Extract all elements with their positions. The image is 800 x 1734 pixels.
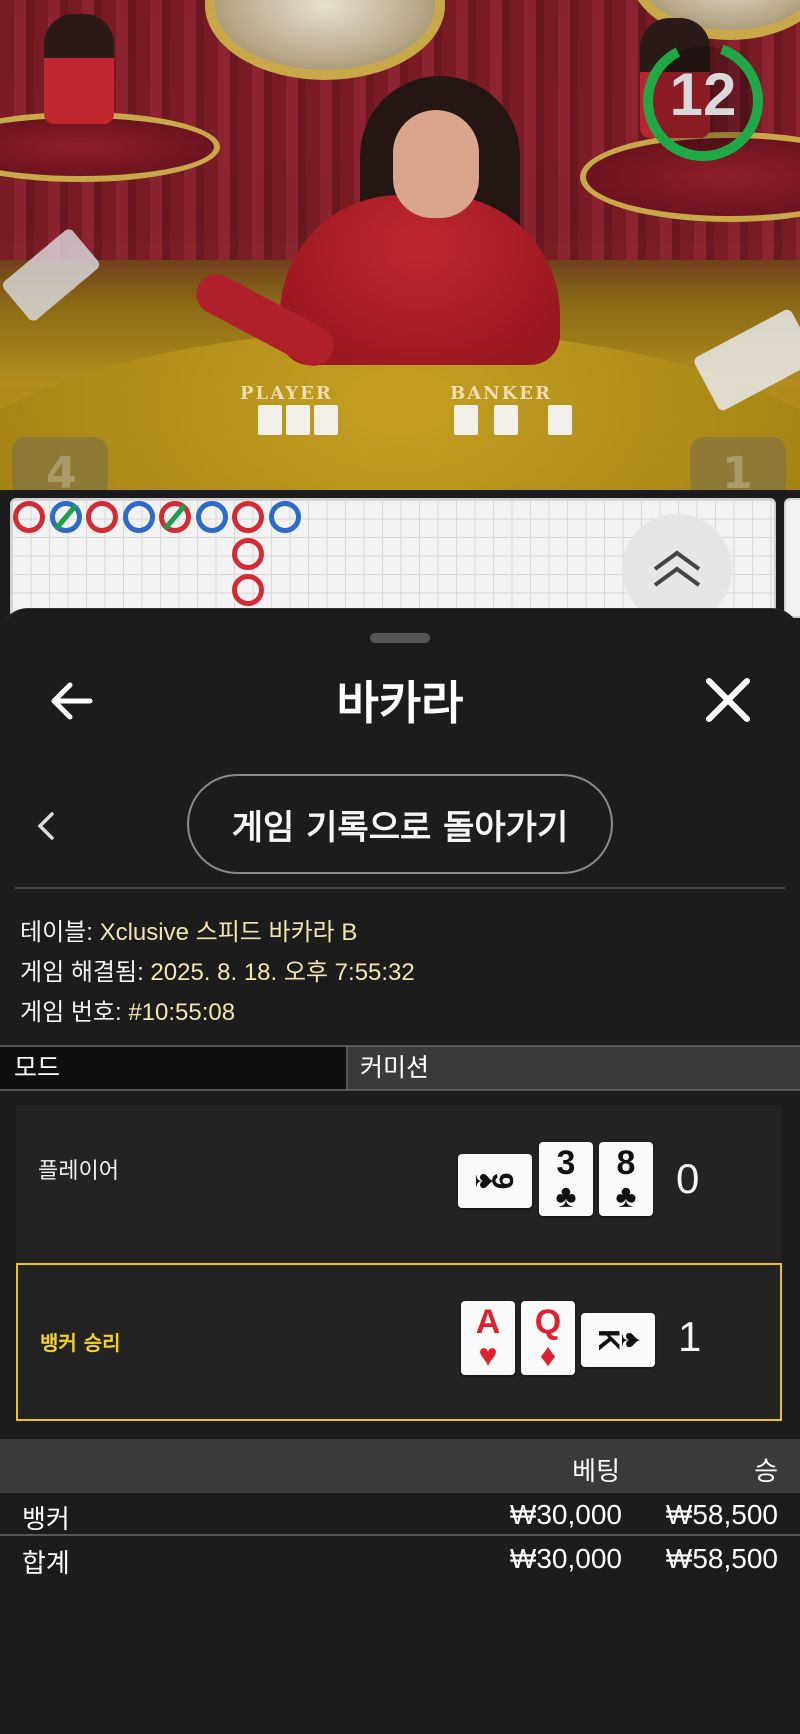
game-number-label: 게임 번호: xyxy=(20,999,129,1026)
resolved-info: 게임 해결됨: 2025. 8. 18. 오후 7:55:32 xyxy=(20,952,415,987)
bead-blue xyxy=(49,501,82,533)
table-card xyxy=(494,405,518,435)
history-nav: 게임 기록으로 돌아가기 xyxy=(0,774,800,878)
card: ♠ 9 xyxy=(458,1154,532,1208)
divider xyxy=(15,887,785,889)
game-number-value: #10:55:08 xyxy=(128,999,236,1026)
divider xyxy=(0,1534,800,1536)
card: A ♥ xyxy=(461,1301,515,1375)
banker-score: 1 xyxy=(678,1313,702,1360)
tie-mark xyxy=(163,503,187,531)
game-detail-sheet: 바카라 게임 기록으로 돌아가기 테이블: Xclusive 스피드 바카라 B… xyxy=(0,608,800,1734)
mode-value: 커미션 xyxy=(346,1047,800,1089)
corner-counter-right-value: 1 xyxy=(722,448,753,490)
bead-red xyxy=(13,501,45,533)
player-hand: 플레이어 ♠ 9 3 ♣ 8 ♣ 0 xyxy=(16,1105,782,1263)
card: 8 ♣ xyxy=(599,1142,653,1216)
countdown-timer: 12 xyxy=(669,61,737,128)
dealer-face xyxy=(393,110,479,218)
total-label: 합계 xyxy=(22,1549,70,1579)
card-rank: Q xyxy=(534,1303,562,1341)
tie-mark xyxy=(53,503,78,531)
player-score: 0 xyxy=(676,1155,700,1202)
double-chevron-up-icon xyxy=(653,550,701,587)
bead-blue xyxy=(268,501,301,533)
table-card xyxy=(314,405,338,435)
player-label: 플레이어 xyxy=(38,1159,119,1184)
bet-column-header: 베팅 xyxy=(572,1457,620,1487)
win-column-header: 승 xyxy=(754,1457,778,1487)
resolved-value: 2025. 8. 18. 오후 7:55:32 xyxy=(150,959,415,986)
card: 3 ♣ xyxy=(539,1142,593,1216)
table-info: 테이블: Xclusive 스피드 바카라 B xyxy=(20,912,357,947)
bead-red xyxy=(232,537,264,570)
close-icon[interactable] xyxy=(703,675,753,725)
back-to-history-button[interactable]: 게임 기록으로 돌아가기 xyxy=(187,774,613,874)
table-label: 테이블: xyxy=(20,919,100,946)
card-suit: ♣ xyxy=(555,1178,577,1214)
card-rank: 3 xyxy=(556,1144,576,1182)
table-row: 뱅커 ₩30,000 ₩58,500 xyxy=(0,1495,800,1537)
card: Q ♦ xyxy=(521,1301,575,1375)
page-title: 바카라 xyxy=(336,676,464,730)
card-rank: A xyxy=(475,1303,501,1341)
card-suit: ♦ xyxy=(539,1337,557,1373)
bets-header: 베팅 승 xyxy=(0,1439,800,1493)
total-bet-amount: ₩30,000 xyxy=(509,1543,622,1574)
table-value: Xclusive 스피드 바카라 B xyxy=(99,919,358,946)
resolved-label: 게임 해결됨: xyxy=(20,959,151,986)
banker-win-label: 뱅커 승리 xyxy=(40,1331,121,1355)
card-rank: 8 xyxy=(616,1144,636,1182)
chevron-left-icon[interactable] xyxy=(34,808,58,844)
table-card xyxy=(286,405,310,435)
drag-handle[interactable] xyxy=(370,633,430,643)
table-card xyxy=(548,405,572,435)
bet-name: 뱅커 xyxy=(22,1505,70,1535)
table-card xyxy=(454,405,478,435)
win-amount: ₩58,500 xyxy=(665,1499,778,1530)
banker-hand: 뱅커 승리 A ♥ Q ♦ K ♠ 1 xyxy=(16,1263,782,1421)
bead-blue xyxy=(195,501,228,533)
table-row-total: 합계 ₩30,000 ₩58,500 xyxy=(0,1539,800,1581)
big-road-edge xyxy=(784,498,800,618)
bet-amount: ₩30,000 xyxy=(509,1499,622,1530)
bead-red xyxy=(86,501,118,533)
mode-row: 모드 커미션 xyxy=(0,1045,800,1091)
corner-counter-left-value: 4 xyxy=(46,448,77,490)
game-number-info: 게임 번호: #10:55:08 xyxy=(20,992,235,1027)
bead-red xyxy=(232,574,264,606)
table-card xyxy=(258,405,282,435)
bead-blue xyxy=(122,501,155,533)
table-label-player: PLAYER xyxy=(240,383,333,404)
card-suit: ♣ xyxy=(615,1178,637,1214)
bead-red xyxy=(159,501,191,533)
sheet-header: 바카라 xyxy=(0,659,800,745)
background-person xyxy=(44,14,114,124)
card-rank: 9 xyxy=(484,1172,518,1190)
table-label-banker: BANKER xyxy=(450,383,552,404)
total-win-amount: ₩58,500 xyxy=(665,1543,778,1574)
mode-label: 모드 xyxy=(0,1047,346,1089)
card-suit: ♠ xyxy=(614,1332,648,1348)
bead-red xyxy=(232,501,264,533)
card: K ♠ xyxy=(581,1313,655,1367)
card-suit: ♥ xyxy=(478,1337,498,1373)
